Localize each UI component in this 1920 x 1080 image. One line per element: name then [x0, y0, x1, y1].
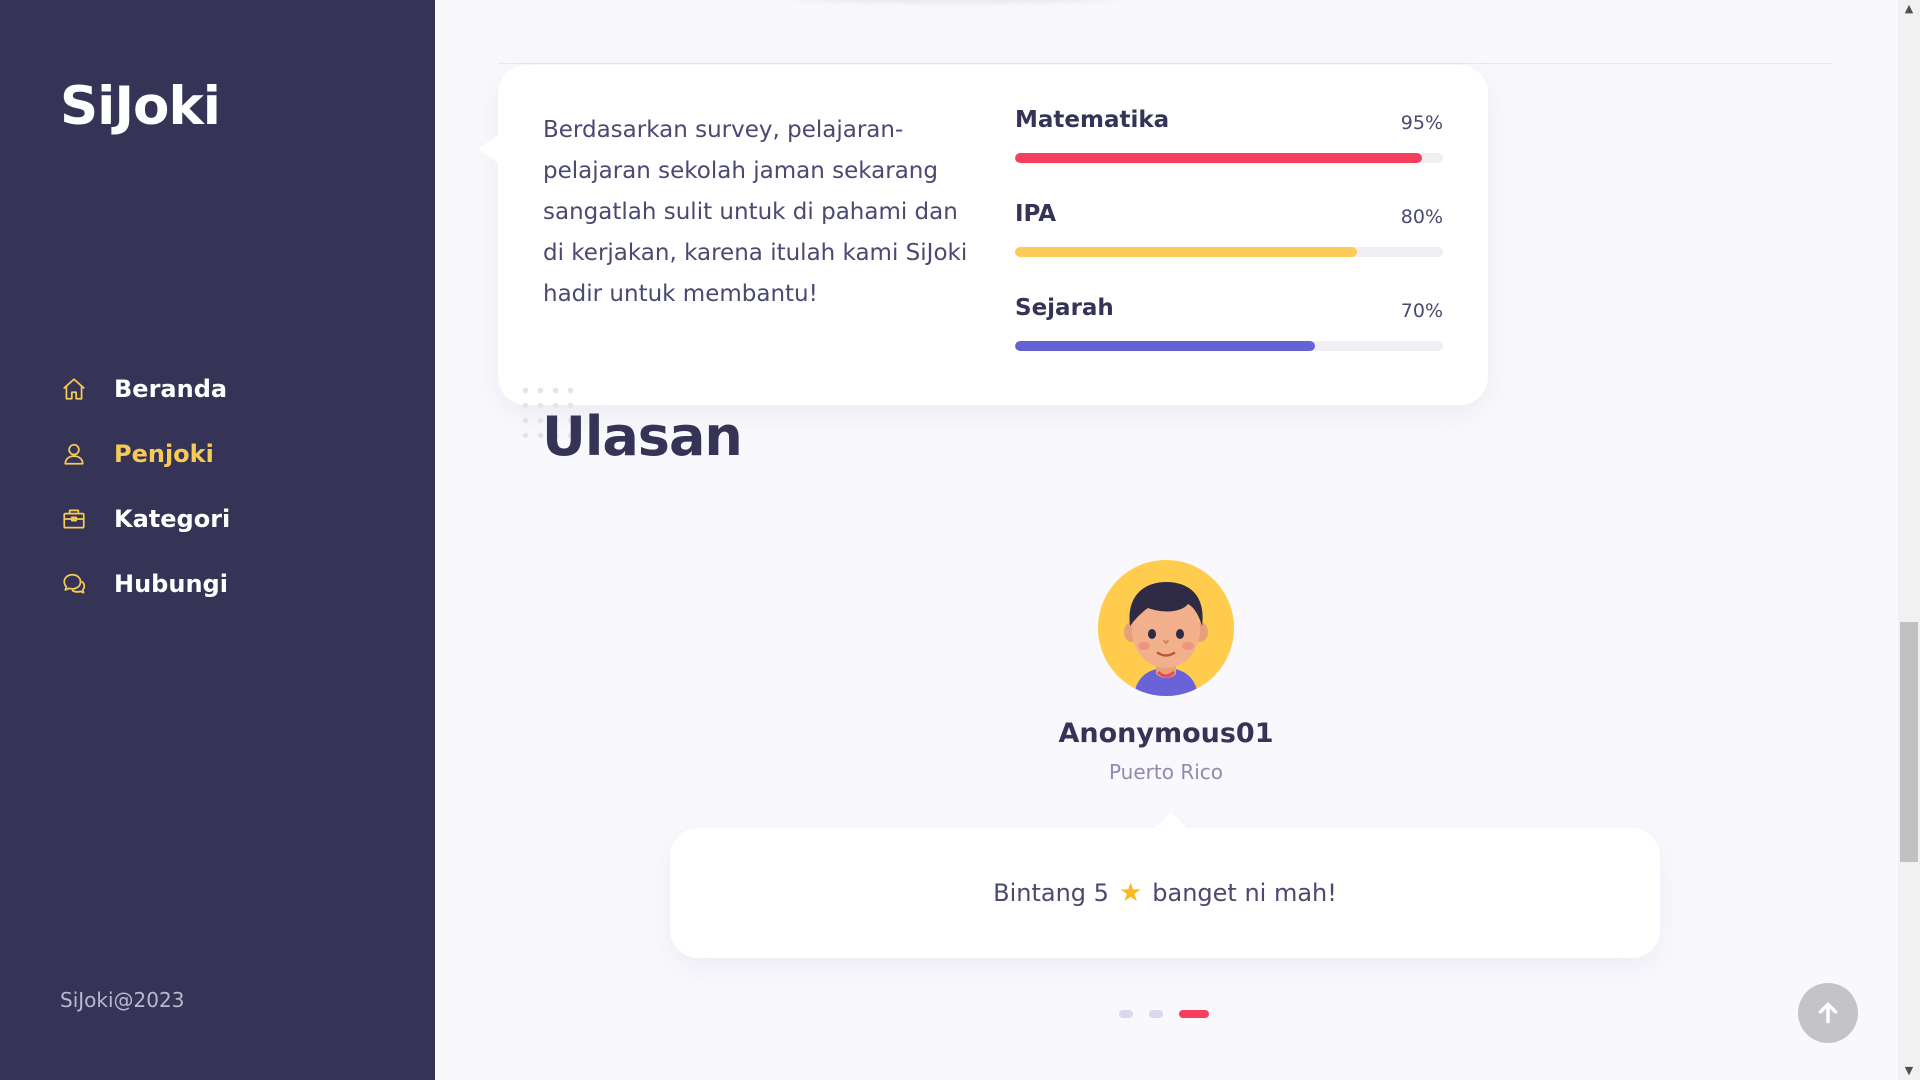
scroll-thumb[interactable] [1900, 622, 1918, 862]
section-title: Ulasan [542, 405, 743, 468]
page-scrollbar[interactable]: ▲ ▼ [1898, 0, 1920, 1080]
sidebar-item-label: Beranda [114, 374, 228, 403]
avatar [1098, 560, 1234, 696]
skill-sejarah: Sejarah 70% [1015, 295, 1443, 389]
skills-card: Berdasarkan survey, pelajaran-pelajaran … [478, 65, 1488, 405]
sidebar-item-kategori[interactable]: Kategori [60, 486, 230, 551]
main-content: Berdasarkan survey, pelajaran-pelajaran … [435, 0, 1898, 1080]
home-icon [60, 375, 88, 403]
skill-percent: 70% [1400, 300, 1443, 322]
skills-description: Berdasarkan survey, pelajaran-pelajaran … [543, 117, 968, 307]
arrow-up-icon [1818, 1002, 1838, 1024]
pager-dot-3[interactable] [1179, 1010, 1209, 1018]
skill-name: Sejarah [1015, 295, 1114, 321]
scroll-down-arrow-icon[interactable]: ▼ [1898, 1062, 1920, 1080]
reviewer-location: Puerto Rico [1108, 760, 1224, 784]
review-text-end: banget ni mah! [1152, 879, 1337, 907]
star-icon: ★ [1118, 878, 1143, 908]
review-card: Bintang 5 ★ banget ni mah! [670, 812, 1660, 958]
progress-fill [1015, 153, 1422, 163]
skill-ipa: IPA 80% [1015, 201, 1443, 295]
review-text-start: Bintang 5 [993, 879, 1109, 907]
chat-icon [60, 570, 88, 598]
briefcase-icon [60, 505, 88, 533]
progress-track [1015, 247, 1443, 257]
sidebar-item-hubungi[interactable]: Hubungi [60, 551, 230, 616]
sidebar-item-beranda[interactable]: Beranda [60, 356, 230, 421]
carousel-pager [1119, 1010, 1225, 1018]
sidebar-item-penjoki[interactable]: Penjoki [60, 421, 230, 486]
skills-list: Matematika 95% IPA 80% Sejarah 70% [1015, 107, 1443, 389]
pager-dot-2[interactable] [1149, 1010, 1163, 1018]
skill-percent: 95% [1400, 112, 1443, 134]
scroll-up-arrow-icon[interactable]: ▲ [1898, 0, 1920, 18]
sidebar-nav: Beranda Penjoki Kategori Hubungi [60, 356, 230, 616]
skill-matematika: Matematika 95% [1015, 107, 1443, 201]
progress-fill [1015, 247, 1358, 257]
copyright-text: SiJoki@2023 [60, 988, 185, 1012]
user-icon [60, 440, 88, 468]
progress-fill [1015, 341, 1315, 351]
progress-track [1015, 341, 1443, 351]
sidebar-item-label: Hubungi [114, 569, 228, 598]
skill-percent: 80% [1400, 206, 1443, 228]
back-to-top-button[interactable] [1798, 983, 1858, 1043]
sidebar-item-label: Kategori [114, 504, 231, 533]
sidebar: SiJoki Beranda Penjoki Kategori Hubungi [0, 0, 435, 1080]
pager-dot-1[interactable] [1119, 1010, 1133, 1018]
progress-track [1015, 153, 1443, 163]
skill-name: IPA [1015, 201, 1057, 227]
brand-logo[interactable]: SiJoki [60, 76, 221, 137]
sidebar-item-label: Penjoki [114, 439, 214, 468]
skill-name: Matematika [1015, 107, 1170, 133]
divider [498, 63, 1833, 64]
reviewer-name: Anonymous01 [1058, 718, 1274, 749]
